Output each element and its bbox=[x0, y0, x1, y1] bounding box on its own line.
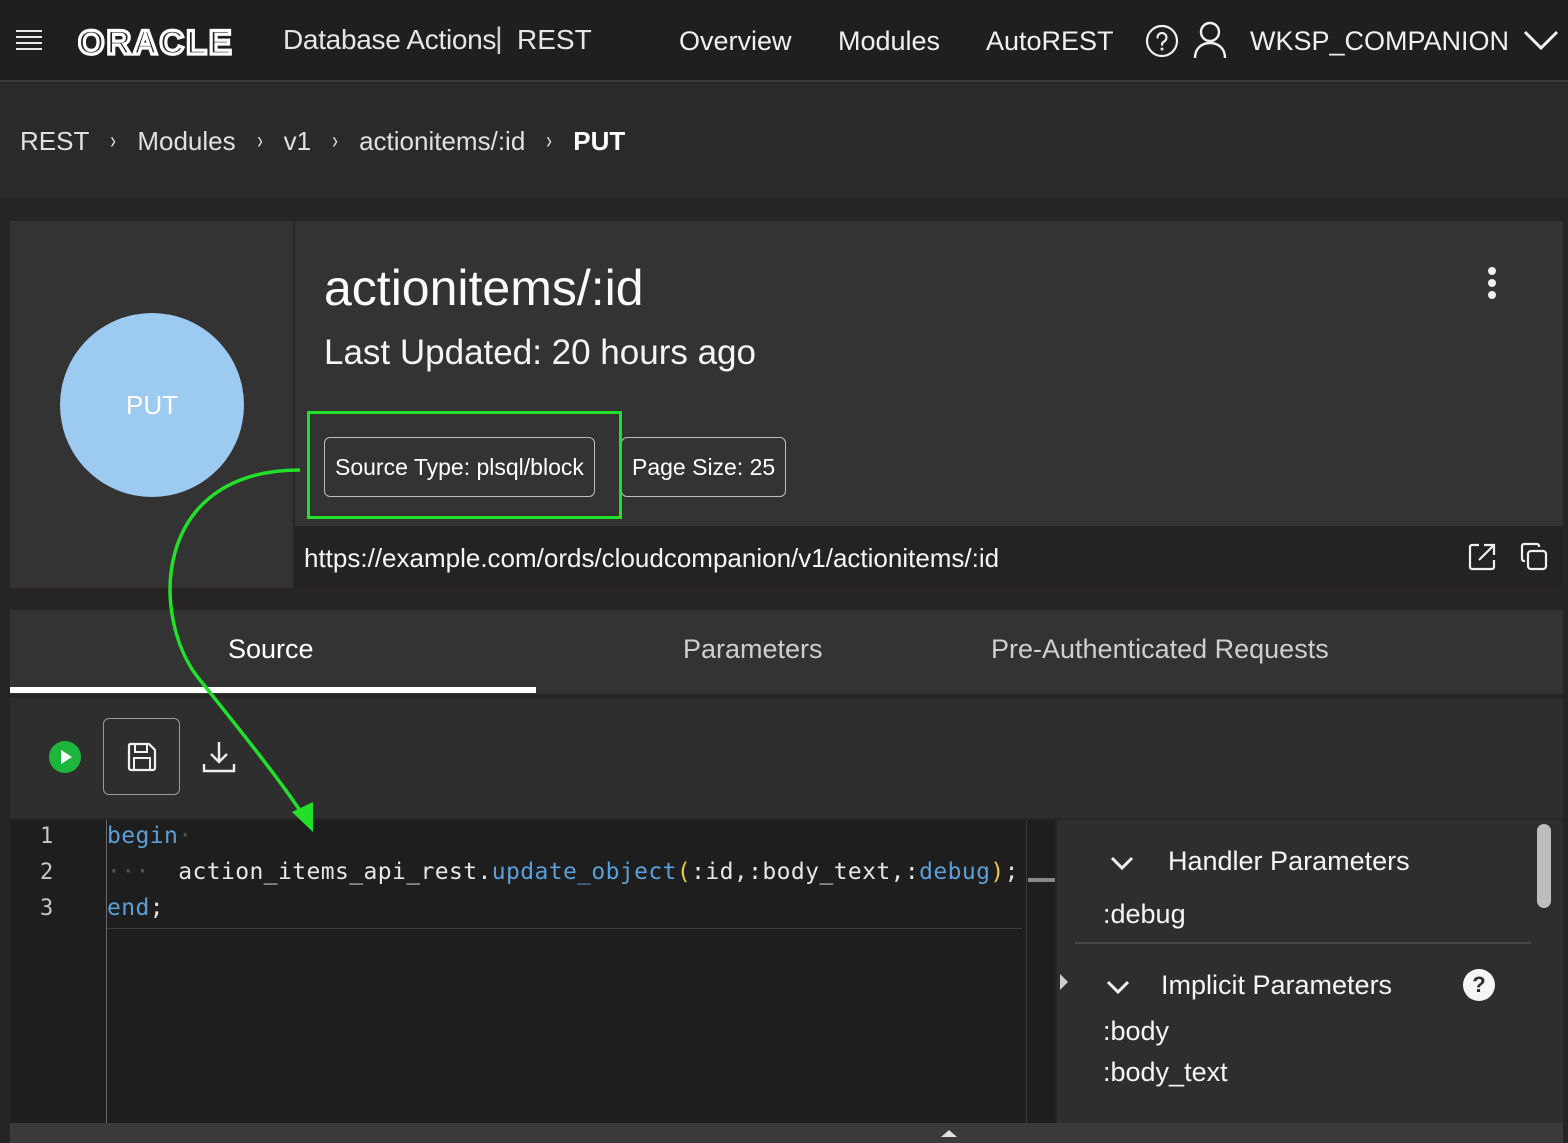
panel-resize-strip[interactable] bbox=[10, 1123, 1563, 1143]
breadcrumb-template[interactable]: actionitems/:id bbox=[359, 126, 525, 157]
code-function: update_object bbox=[491, 859, 677, 885]
caret-up-icon[interactable] bbox=[940, 1125, 958, 1137]
breadcrumb-v1[interactable]: v1 bbox=[284, 126, 311, 157]
oracle-logo: ORACLE bbox=[78, 22, 274, 62]
menu-icon[interactable] bbox=[16, 30, 42, 52]
code-area[interactable]: begin· ··· action_items_api_rest.update_… bbox=[106, 820, 1026, 1123]
line-gutter: 1 2 3 bbox=[10, 820, 106, 1123]
top-bar: ORACLE Database Actions | REST Overview … bbox=[0, 0, 1568, 82]
handler-parameters-heading[interactable]: Handler Parameters bbox=[1168, 846, 1410, 877]
breadcrumb: REST › Modules › v1 › actionitems/:id › … bbox=[0, 84, 1568, 198]
question-icon[interactable]: ? bbox=[1463, 969, 1495, 1001]
keyword-end: end bbox=[107, 895, 150, 921]
handler-details: actionitems/:id Last Updated: 20 hours a… bbox=[295, 221, 1563, 588]
code-semicolon: ; bbox=[1004, 859, 1019, 885]
open-external-icon[interactable] bbox=[1467, 542, 1497, 572]
tab-bar: Source Parameters Pre-Authenticated Requ… bbox=[10, 610, 1563, 694]
copy-icon[interactable] bbox=[1519, 542, 1549, 572]
editor-scrollbar[interactable] bbox=[1026, 820, 1027, 1123]
tab-parameters[interactable]: Parameters bbox=[683, 634, 823, 665]
breadcrumb-separator: › bbox=[256, 127, 263, 154]
breadcrumb-rest[interactable]: REST bbox=[20, 126, 89, 157]
handler-title: actionitems/:id bbox=[324, 260, 644, 316]
chevron-down-icon[interactable] bbox=[1105, 978, 1131, 996]
handler-url[interactable]: https://example.com/ords/cloudcompanion/… bbox=[304, 543, 999, 574]
implicit-parameter-item: :body_text bbox=[1103, 1057, 1228, 1087]
code-line-1: begin· bbox=[107, 823, 193, 849]
breadcrumb-separator: › bbox=[110, 127, 117, 154]
nav-autorest[interactable]: AutoREST bbox=[986, 26, 1114, 57]
breadcrumb-modules[interactable]: Modules bbox=[137, 126, 235, 157]
tab-pre-authenticated-requests[interactable]: Pre-Authenticated Requests bbox=[991, 634, 1329, 665]
run-icon[interactable] bbox=[48, 740, 82, 774]
breadcrumb-separator: › bbox=[546, 127, 553, 154]
code-args: :id,:body_text,: bbox=[691, 859, 920, 885]
download-icon[interactable] bbox=[200, 738, 238, 776]
keyword-begin: begin bbox=[107, 823, 179, 849]
save-icon bbox=[127, 742, 156, 771]
parameters-panel: Handler Parameters :debug Implicit Param… bbox=[1057, 820, 1563, 1123]
nav-modules[interactable]: Modules bbox=[838, 26, 940, 57]
help-icon[interactable] bbox=[1145, 24, 1179, 58]
user-name[interactable]: WKSP_COMPANION bbox=[1250, 26, 1509, 57]
line-number: 2 bbox=[40, 860, 54, 885]
code-debug: debug bbox=[919, 859, 991, 885]
divider bbox=[1075, 942, 1531, 944]
code-paren-open: ( bbox=[676, 859, 692, 885]
app-separator: | bbox=[495, 22, 503, 55]
user-icon[interactable] bbox=[1192, 20, 1228, 60]
code-editor[interactable]: 1 2 3 begin· ··· action_items_api_rest.u… bbox=[10, 820, 1055, 1123]
implicit-parameters-heading[interactable]: Implicit Parameters bbox=[1161, 970, 1392, 1001]
tab-source[interactable]: Source bbox=[228, 634, 314, 665]
code-line-2: ··· action_items_api_rest.update_object(… bbox=[107, 859, 1019, 885]
page-size-chip: Page Size: 25 bbox=[621, 437, 787, 497]
code-line-3: end; bbox=[107, 895, 164, 921]
nav-overview[interactable]: Overview bbox=[679, 26, 792, 57]
breadcrumb-current: PUT bbox=[573, 125, 626, 156]
method-panel: PUT bbox=[10, 221, 293, 588]
line-number: 3 bbox=[40, 896, 54, 921]
chevron-down-icon[interactable] bbox=[1522, 28, 1560, 52]
app-section: REST bbox=[517, 24, 592, 55]
save-button[interactable] bbox=[103, 718, 180, 795]
more-vertical-icon[interactable] bbox=[1485, 267, 1499, 303]
chevron-down-icon[interactable] bbox=[1109, 854, 1135, 872]
svg-text:ORACLE: ORACLE bbox=[78, 27, 234, 57]
minimap-slider[interactable] bbox=[1028, 878, 1055, 882]
url-bar: https://example.com/ords/cloudcompanion/… bbox=[295, 526, 1563, 588]
last-updated: Last Updated: 20 hours ago bbox=[324, 333, 756, 372]
code-semicolon: ; bbox=[149, 895, 164, 921]
line-number: 1 bbox=[40, 824, 54, 849]
code-package: action_items_api_rest. bbox=[178, 859, 492, 885]
app-name: Database Actions bbox=[283, 24, 497, 55]
code-paren-close: ) bbox=[990, 859, 1005, 885]
breadcrumb-separator: › bbox=[332, 127, 338, 154]
current-line-marker bbox=[107, 928, 1022, 929]
panel-toggle-icon[interactable] bbox=[1057, 970, 1073, 994]
handler-parameter-item: :debug bbox=[1103, 899, 1186, 929]
implicit-parameter-item: :body bbox=[1103, 1016, 1170, 1046]
highlight-annotation bbox=[307, 411, 622, 519]
method-badge: PUT bbox=[60, 313, 244, 497]
panel-scrollbar[interactable] bbox=[1537, 824, 1551, 908]
active-tab-indicator bbox=[10, 687, 536, 693]
editor-toolbar bbox=[10, 698, 1563, 818]
